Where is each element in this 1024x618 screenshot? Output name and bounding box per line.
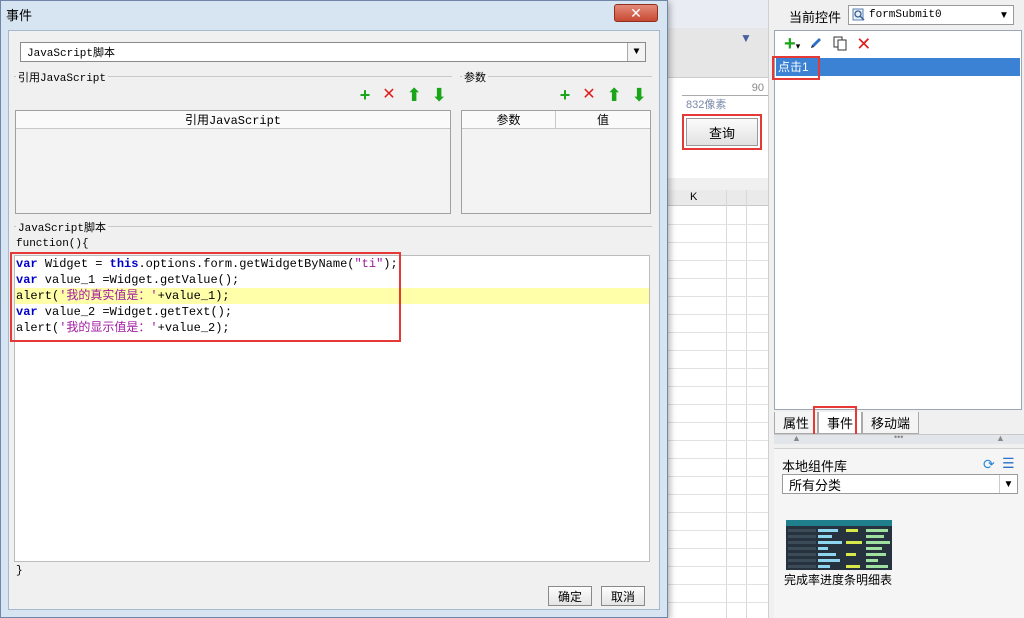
current-widget-select[interactable]: formSubmit0 ▼: [848, 5, 1014, 25]
report-grid: K: [668, 190, 768, 618]
code-suffix: }: [16, 565, 23, 577]
delete-icon[interactable]: ✕: [856, 34, 871, 55]
add-ref-js-icon[interactable]: +: [356, 86, 374, 104]
param-name-column-header: 参数: [462, 111, 556, 129]
library-category-select[interactable]: 所有分类 ▼: [782, 474, 1018, 494]
code-line-2[interactable]: var value_1 =Widget.getValue();: [16, 272, 239, 288]
current-widget-value: formSubmit0: [869, 9, 942, 21]
close-button[interactable]: ✕: [614, 4, 658, 22]
designer-menu-icon[interactable]: ▼: [740, 31, 752, 45]
tab-properties[interactable]: 属性: [774, 412, 819, 434]
code-line-3[interactable]: alert('我的真实值是：'+value_1);: [16, 288, 230, 304]
dialog-title: 事件: [6, 8, 33, 23]
event-item[interactable]: 点击1: [776, 58, 1020, 76]
ruler-tick: 90: [751, 82, 764, 94]
component-name[interactable]: 完成率进度条明细表: [784, 571, 892, 588]
params-table[interactable]: 参数 值: [461, 110, 651, 214]
query-button-preview[interactable]: 查询: [686, 118, 758, 146]
move-down-param-icon[interactable]: ⬇: [630, 86, 648, 104]
component-thumbnail[interactable]: [786, 520, 892, 570]
library-category-value: 所有分类: [789, 477, 842, 493]
panel-tabs: 属性 事件 移动端: [774, 412, 920, 434]
add-param-icon[interactable]: +: [556, 86, 574, 104]
add-event-icon[interactable]: +: [784, 34, 796, 54]
event-toolbar: + ▾ ✕: [776, 32, 1020, 56]
param-value-column-header: 值: [556, 111, 650, 129]
code-prefix: function(){: [16, 238, 89, 250]
ref-js-table[interactable]: 引用JavaScript: [15, 110, 451, 214]
code-line-5[interactable]: alert('我的显示值是：'+value_2);: [16, 320, 230, 336]
copy-icon[interactable]: [832, 35, 848, 54]
move-up-ref-js-icon[interactable]: ⬆: [405, 86, 423, 104]
params-legend: 参数: [462, 69, 488, 85]
script-type-value: JavaScript脚本: [27, 48, 116, 60]
chevron-down-icon[interactable]: ▼: [999, 475, 1017, 493]
refresh-icon[interactable]: ⟳: [983, 456, 995, 473]
designer-header: ▼: [668, 28, 768, 78]
panel-splitter[interactable]: ▲ ••• ▲: [774, 432, 1024, 444]
code-line-4[interactable]: var value_2 =Widget.getText();: [16, 304, 232, 320]
drag-handle-icon[interactable]: •••: [894, 432, 903, 442]
current-widget-label: 当前控件: [789, 10, 842, 25]
edit-icon[interactable]: [808, 35, 824, 54]
grid-column-k: K: [690, 191, 698, 203]
widget-search-icon: [852, 8, 866, 22]
chevron-down-icon[interactable]: ▼: [627, 43, 645, 61]
move-up-param-icon[interactable]: ⬆: [605, 86, 623, 104]
close-icon: ✕: [630, 4, 642, 21]
script-type-select[interactable]: JavaScript脚本 ▼: [20, 42, 646, 62]
ruler-width-label: 832像素: [686, 99, 727, 111]
add-dropdown-icon[interactable]: ▾: [796, 41, 801, 52]
component-library-title: 本地组件库: [782, 459, 848, 474]
grid-column-header: K: [668, 190, 768, 206]
event-list: [774, 30, 1022, 410]
list-menu-icon[interactable]: ☰: [1002, 455, 1015, 472]
ref-js-legend: 引用JavaScript: [16, 69, 109, 85]
tab-events[interactable]: 事件: [818, 412, 863, 434]
cancel-button[interactable]: 取消: [601, 586, 645, 606]
collapse-up-icon[interactable]: ▲: [792, 433, 801, 443]
collapse-up-icon-right[interactable]: ▲: [996, 433, 1005, 443]
tab-mobile[interactable]: 移动端: [862, 412, 920, 434]
delete-param-icon[interactable]: ✕: [580, 86, 598, 104]
ref-js-column-header: 引用JavaScript: [16, 111, 450, 129]
code-line-1[interactable]: var Widget = this.options.form.getWidget…: [16, 256, 398, 272]
chevron-down-icon[interactable]: ▼: [995, 6, 1013, 24]
ok-button[interactable]: 确定: [548, 586, 592, 606]
move-down-ref-js-icon[interactable]: ⬇: [430, 86, 448, 104]
script-legend: JavaScript脚本: [16, 219, 109, 235]
delete-ref-js-icon[interactable]: ✕: [380, 86, 398, 104]
ruler: 90: [682, 82, 768, 96]
